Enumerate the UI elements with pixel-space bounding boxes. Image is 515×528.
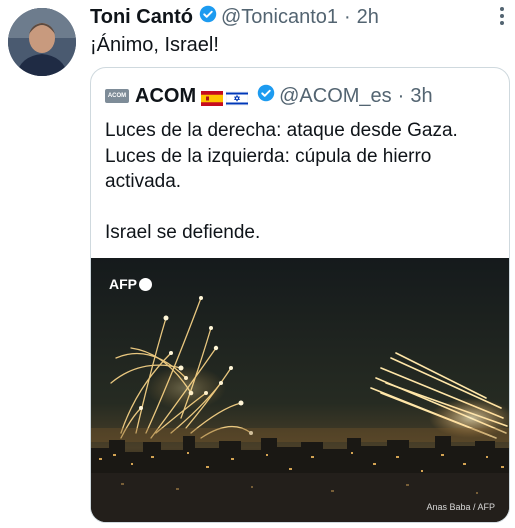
afp-logo-text: AFP — [109, 276, 137, 292]
author-name[interactable]: Toni Cantó — [90, 6, 193, 29]
tweet-text: ¡Ánimo, Israel! — [90, 34, 219, 56]
avatar[interactable] — [8, 8, 76, 76]
photo-credit: Anas Baba / AFP — [426, 502, 495, 512]
verified-badge-icon — [257, 84, 275, 108]
quoted-author-handle[interactable]: @ACOM_es — [279, 85, 392, 108]
acom-logo-icon: ACOM — [105, 89, 129, 103]
afp-logo-icon: AFP — [109, 276, 152, 292]
separator-dot: · — [344, 5, 351, 28]
quoted-text-line: Israel se defiende. — [105, 222, 261, 243]
quoted-text-line — [105, 195, 500, 221]
spain-flag-icon — [201, 89, 224, 106]
author-handle[interactable]: @Tonicanto1 — [221, 6, 338, 29]
more-vertical-icon[interactable] — [499, 6, 505, 30]
quoted-text-line: Luces de la derecha: ataque desde Gaza. — [105, 120, 458, 141]
separator-dot: · — [397, 84, 405, 107]
quoted-tweet-header: ACOM ACOM @ACOM_es · 3h — [105, 83, 433, 109]
israel-flag-icon — [225, 89, 249, 106]
tweet-timestamp[interactable]: 2h — [357, 6, 379, 29]
quoted-tweet-timestamp[interactable]: 3h — [410, 85, 432, 108]
verified-badge-icon — [199, 5, 217, 29]
tweet-header: Toni Cantó @Tonicanto1 · 2h — [90, 4, 487, 30]
quoted-text-line: Luces de la izquierda: cúpula de hierro … — [105, 145, 432, 193]
quoted-tweet-text: Luces de la derecha: ataque desde Gaza. … — [105, 118, 500, 246]
tweet-photo[interactable]: AFP Anas Baba / AFP — [91, 258, 509, 522]
quoted-author-name[interactable]: ACOM — [135, 85, 196, 108]
quoted-tweet[interactable]: ACOM ACOM @ACOM_es · 3h Luces de la dere… — [90, 67, 510, 523]
